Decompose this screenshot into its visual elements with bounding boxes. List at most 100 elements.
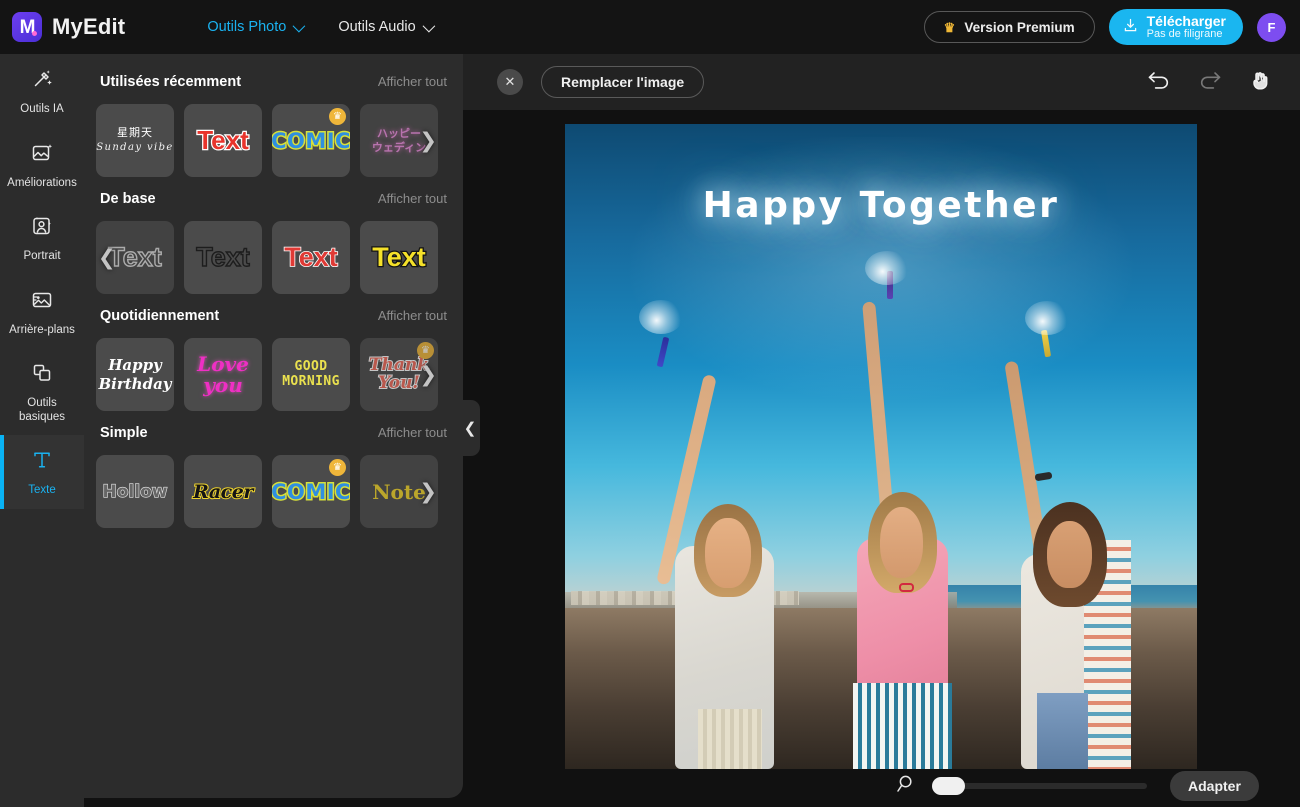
editor-toolbar: ✕ Remplacer l'image (463, 54, 1300, 110)
sidebar-item-label: Arrière-plans (9, 323, 75, 336)
preset-thumb[interactable]: Thank You! ♛ ❯ (360, 338, 438, 411)
photo-sunglasses (898, 582, 914, 592)
chevron-down-icon (422, 19, 435, 32)
menu-outils-photo[interactable]: Outils Photo (207, 19, 306, 35)
preset-label: Note (372, 479, 426, 504)
scroll-right-icon[interactable]: ❯ (419, 130, 437, 151)
sidebar-item-outils-basiques[interactable]: Outils basiques (0, 348, 84, 435)
photo-head (879, 507, 924, 578)
version-premium-label: Version Premium (964, 19, 1075, 35)
preset-label: Text (283, 241, 338, 273)
preset-group-header: Utilisées récemment Afficher tout (84, 74, 463, 94)
menu-outils-audio[interactable]: Outils Audio (338, 19, 435, 35)
preset-thumb[interactable]: Text (184, 104, 262, 177)
sidebar-item-texte[interactable]: Texte (0, 435, 84, 509)
replace-image-label: Remplacer l'image (561, 74, 685, 90)
preset-label: Text (108, 241, 163, 272)
preset-thumb[interactable]: Happy Birthday (96, 338, 174, 411)
preset-thumb[interactable]: Text (360, 221, 438, 294)
redo-icon[interactable] (1197, 69, 1223, 96)
preset-label-line1: 星期天 (117, 126, 153, 140)
fit-button[interactable]: Adapter (1170, 771, 1259, 801)
show-all-link[interactable]: Afficher tout (378, 191, 447, 206)
version-premium-button[interactable]: ♛ Version Premium (923, 11, 1095, 43)
hand-tool-icon[interactable] (1248, 68, 1272, 97)
preset-thumb-row: Text ❮ Text Text Text (84, 221, 463, 294)
preset-thumb[interactable]: Text (272, 221, 350, 294)
preset-group-recent: Utilisées récemment Afficher tout 星期天 Su… (84, 74, 463, 177)
layers-icon (30, 361, 54, 390)
preset-thumb[interactable]: Racer (184, 455, 262, 528)
canvas-photo[interactable]: Happy Together (565, 124, 1197, 769)
canvas-overlay-text[interactable]: Happy Together (565, 185, 1197, 226)
undo-icon[interactable] (1146, 69, 1172, 96)
preset-thumb[interactable]: Note ❯ (360, 455, 438, 528)
photo-wristband (1034, 471, 1053, 482)
preset-label: Racer (192, 480, 254, 504)
image-sparkle-icon (30, 141, 54, 170)
preset-thumb[interactable]: Hollow (96, 455, 174, 528)
preset-thumb[interactable]: GOOD MORNING (272, 338, 350, 411)
preset-thumb[interactable]: ハッピー ウェディン ❯ (360, 104, 438, 177)
show-all-link[interactable]: Afficher tout (378, 74, 447, 89)
preset-label-line2: Birthday (98, 374, 172, 393)
preset-thumb[interactable]: Text (184, 221, 262, 294)
text-T-icon (30, 448, 54, 477)
crown-icon: ♛ (943, 19, 956, 35)
preset-thumb-row: 星期天 Sunday vibe Text COMIC ♛ ハッピー ウェディン … (84, 104, 463, 177)
preset-group-basic: De base Afficher tout Text ❮ Text Text T… (84, 191, 463, 294)
premium-crown-icon: ♛ (417, 342, 434, 359)
zoom-slider[interactable] (932, 777, 1147, 795)
sidebar-item-label: Améliorations (7, 176, 77, 189)
photo-sparkler (656, 336, 670, 368)
zoom-slider-knob[interactable] (932, 777, 965, 795)
sidebar-item-label: Outils basiques (18, 397, 66, 423)
preset-label-line2: Sunday vibe (96, 142, 174, 154)
sidebar-item-outils-ia[interactable]: Outils IA (0, 54, 84, 128)
preset-thumb[interactable]: 星期天 Sunday vibe (96, 104, 174, 177)
preset-group-header: Simple Afficher tout (84, 425, 463, 445)
top-bar-actions: ♛ Version Premium Télécharger Pas de fil… (923, 9, 1286, 45)
preset-group-title: Utilisées récemment (100, 74, 242, 90)
scroll-right-icon[interactable]: ❯ (419, 481, 437, 502)
sidebar-item-arriere-plans[interactable]: Arrière-plans (0, 275, 84, 349)
avatar[interactable]: F (1257, 12, 1286, 42)
download-button[interactable]: Télécharger Pas de filigrane (1108, 9, 1243, 45)
sidebar-item-ameliorations[interactable]: Améliorations (0, 128, 84, 202)
premium-crown-icon: ♛ (329, 108, 346, 125)
photo-spark-burst (638, 299, 683, 334)
preset-thumb[interactable]: Love you (184, 338, 262, 411)
download-sub-label: Pas de filigrane (1146, 27, 1223, 40)
panel-collapse-handle[interactable]: ❮ (462, 400, 480, 456)
preset-thumb[interactable]: Text ❮ (96, 221, 174, 294)
show-all-link[interactable]: Afficher tout (378, 308, 447, 323)
sidebar-item-label: Portrait (23, 250, 61, 263)
scroll-right-icon[interactable]: ❯ (419, 364, 437, 385)
preset-label-line2: MORNING (282, 373, 340, 389)
portrait-icon (30, 214, 54, 243)
preset-label-line2: you (203, 372, 243, 397)
preset-label-line2: ウェディン (371, 140, 427, 154)
brand-logo[interactable]: M MyEdit (12, 12, 125, 42)
close-button[interactable]: ✕ (497, 69, 523, 95)
download-icon (1122, 17, 1139, 38)
preset-art-sunday: 星期天 Sunday vibe (96, 126, 174, 154)
show-all-link[interactable]: Afficher tout (378, 425, 447, 440)
preset-art-jp: ハッピー ウェディン (372, 127, 426, 153)
replace-image-button[interactable]: Remplacer l'image (541, 66, 705, 98)
canvas-area[interactable]: Happy Together (463, 110, 1300, 807)
logo-dot-icon (32, 31, 37, 36)
preset-group-title: Quotidiennement (100, 308, 220, 324)
preset-thumb-row: Hollow Racer COMIC ♛ Note ❯ (84, 455, 463, 528)
preset-thumb[interactable]: COMIC ♛ (272, 455, 350, 528)
photo-head (705, 518, 751, 588)
fit-button-label: Adapter (1188, 778, 1241, 794)
app-window: M MyEdit Outils Photo Outils Audio ♛ Ver… (0, 0, 1300, 807)
top-bar: M MyEdit Outils Photo Outils Audio ♛ Ver… (0, 0, 1300, 54)
search-icon[interactable] (895, 773, 917, 800)
avatar-initial: F (1267, 19, 1276, 35)
preset-thumb[interactable]: COMIC ♛ (272, 104, 350, 177)
scroll-left-icon[interactable]: ❮ (98, 247, 116, 268)
sidebar-item-portrait[interactable]: Portrait (0, 201, 84, 275)
sidebar-item-label: Outils IA (20, 103, 64, 115)
